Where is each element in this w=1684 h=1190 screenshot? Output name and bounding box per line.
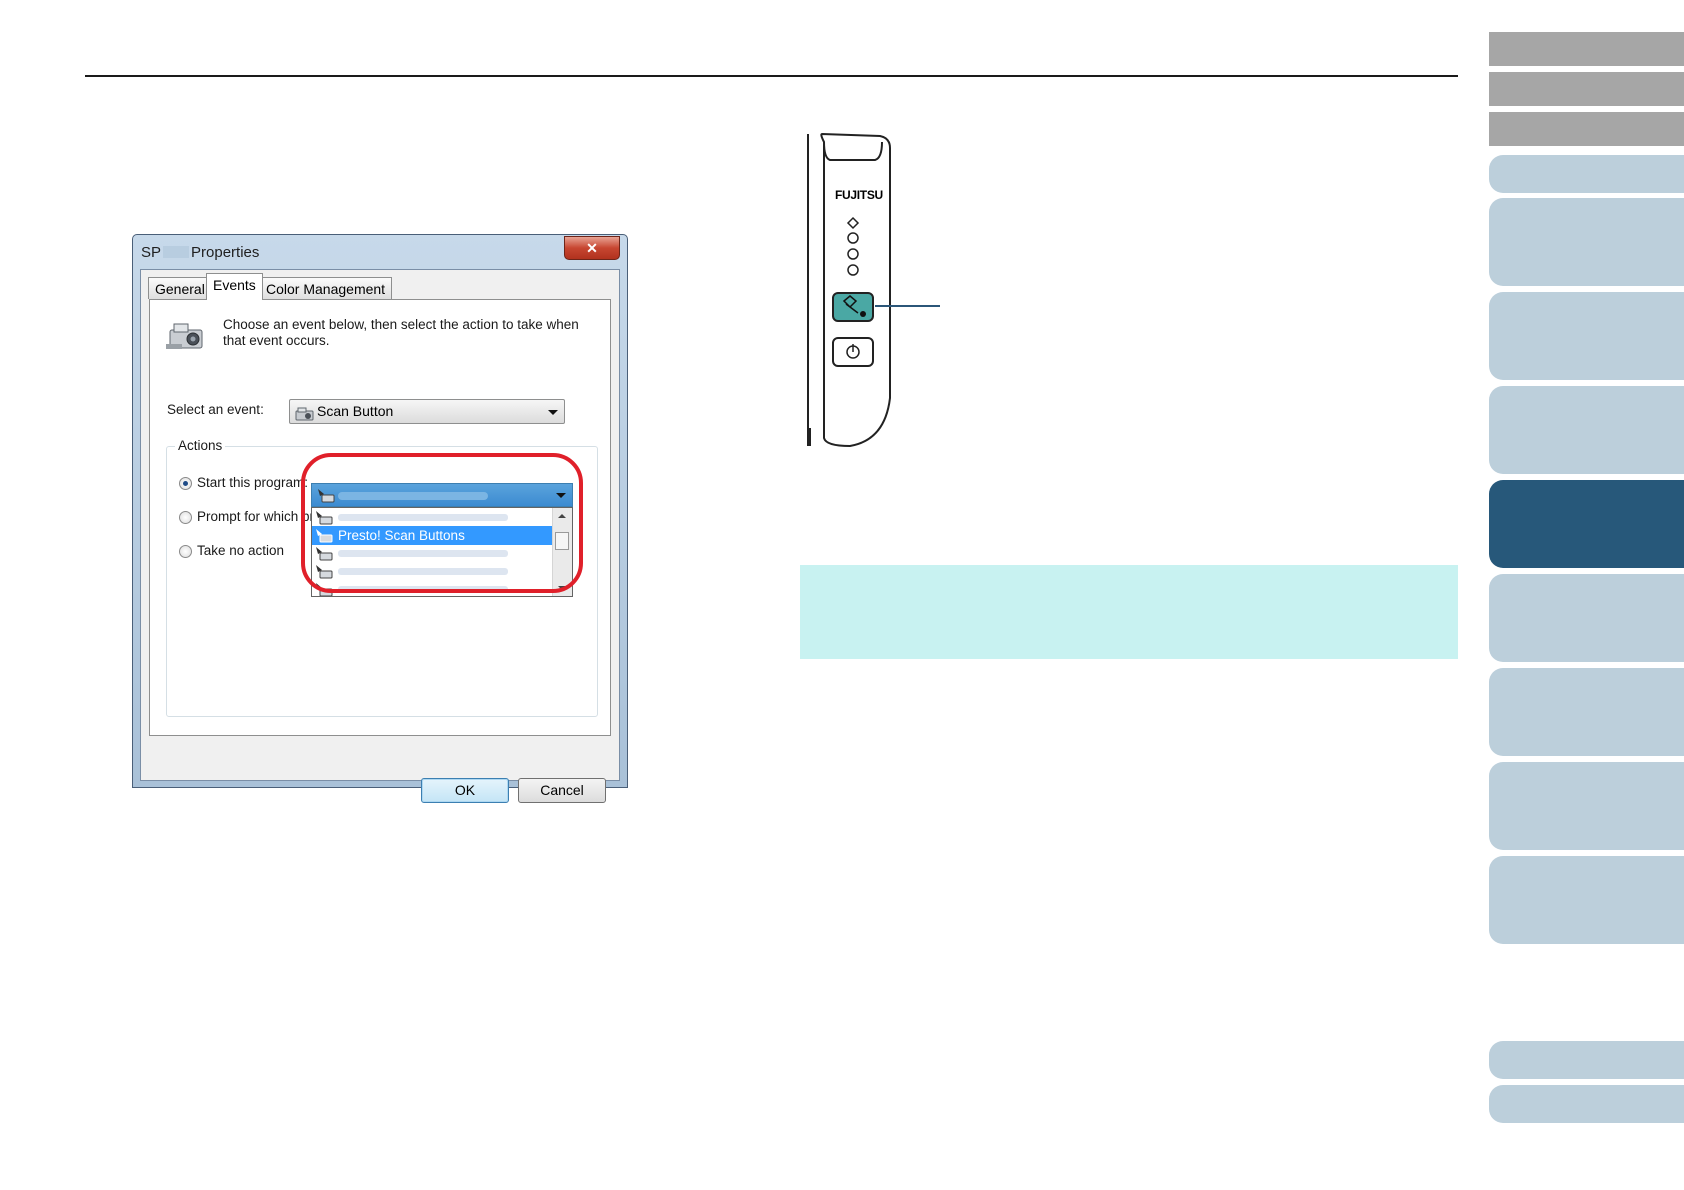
chevron-down-icon — [548, 410, 558, 415]
select-event-label: Select an event: — [167, 402, 264, 417]
nav-tab-chapter-4[interactable] — [1489, 386, 1684, 474]
event-select-value: Scan Button — [317, 403, 394, 419]
nav-tab-chapter-8[interactable] — [1489, 762, 1684, 850]
nav-tab-bottom-1[interactable] — [1489, 1041, 1684, 1079]
cancel-button[interactable]: Cancel — [518, 778, 606, 803]
start-program-label: Start this program: — [197, 475, 309, 490]
ok-button[interactable]: OK — [421, 778, 509, 803]
prompt-program-radio[interactable] — [179, 511, 192, 524]
nav-tab-top-1[interactable] — [1489, 32, 1684, 66]
tab-general[interactable]: General — [148, 277, 212, 299]
dialog-title-suffix: Properties — [191, 244, 260, 261]
dialog-title-prefix: SP — [141, 244, 162, 261]
nav-tab-chapter-9[interactable] — [1489, 856, 1684, 944]
nav-tab-top-3[interactable] — [1489, 112, 1684, 146]
event-select[interactable]: Scan Button — [289, 399, 565, 424]
tab-events[interactable]: Events — [206, 273, 263, 300]
actions-legend: Actions — [175, 438, 226, 453]
nav-tab-chapter-5-active[interactable] — [1489, 480, 1684, 568]
nav-tab-top-2[interactable] — [1489, 72, 1684, 106]
nav-tab-bottom-2[interactable] — [1489, 1085, 1684, 1123]
tab-color-management[interactable]: Color Management — [259, 277, 393, 299]
scanner-icon — [295, 405, 315, 428]
close-button[interactable]: ✕ — [564, 236, 620, 260]
nav-tab-chapter-2[interactable] — [1489, 198, 1684, 286]
intro-text: Choose an event below, then select the a… — [223, 317, 579, 348]
callout-line — [875, 305, 940, 307]
scanner-illustration: FUJITSU — [800, 128, 910, 458]
highlight-ring — [301, 453, 583, 593]
camera-icon — [166, 320, 208, 357]
note-box — [800, 565, 1458, 659]
nav-tab-chapter-3[interactable] — [1489, 292, 1684, 380]
no-action-radio[interactable] — [179, 545, 192, 558]
dialog-title: SP Properties — [141, 244, 259, 261]
no-action-label: Take no action — [197, 543, 285, 558]
redacted-model-name — [163, 246, 190, 258]
header-rule — [85, 75, 1458, 77]
scanner-brand: FUJITSU — [835, 188, 883, 202]
nav-tab-chapter-6[interactable] — [1489, 574, 1684, 662]
nav-tab-chapter-1[interactable] — [1489, 155, 1684, 193]
nav-tab-chapter-7[interactable] — [1489, 668, 1684, 756]
start-program-radio[interactable] — [179, 477, 192, 490]
